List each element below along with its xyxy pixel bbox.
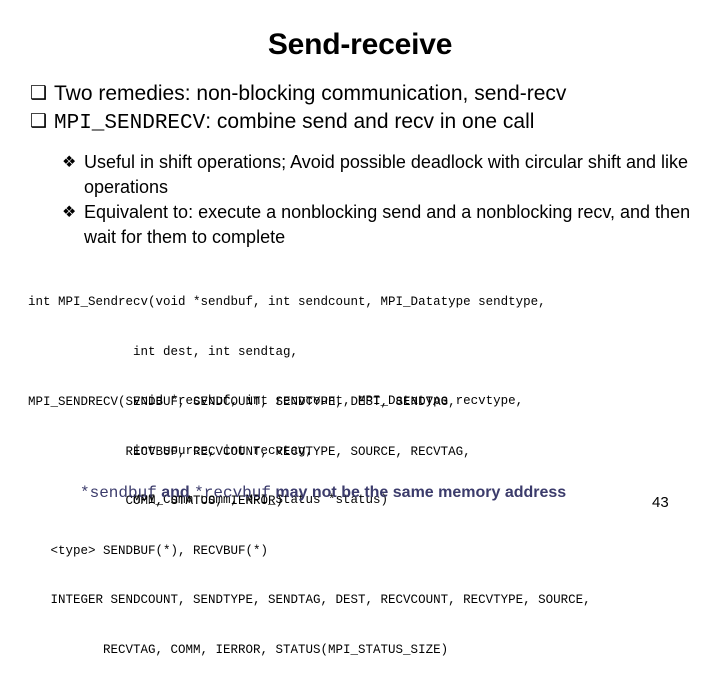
- c-signature-line: int dest, int sendtag,: [28, 344, 299, 359]
- diamond-bullet-icon: ❖: [62, 154, 77, 171]
- bullet-item-2-label: MPI_SENDRECV: combine send and recv in o…: [54, 108, 706, 138]
- bullet-item-2-text: : combine send and recv in one call: [205, 110, 535, 133]
- diamond-bullet-icon: ❖: [62, 204, 77, 221]
- fortran-signature-line: RECVTAG, COMM, IERROR, STATUS(MPI_STATUS…: [28, 642, 449, 657]
- fortran-signature-line: RECVBUF, RECVCOUNT, RECVTYPE, SOURCE, RE…: [28, 444, 471, 459]
- page-number: 43: [652, 494, 669, 511]
- slide-title: Send-receive: [267, 28, 453, 61]
- memory-address-note: *sendbuf and *recvbuf may not be the sam…: [0, 482, 720, 504]
- note-conjunction: and: [156, 484, 195, 501]
- fortran-signature-line: INTEGER SENDCOUNT, SENDTYPE, SENDTAG, DE…: [28, 593, 591, 607]
- slide-canvas: Send-receive ❑ Two remedies: non-blockin…: [0, 0, 720, 657]
- bullet-item-1-label: Two remedies: non-blocking communication…: [54, 82, 567, 105]
- sub-bullet-item-2: ❖ Equivalent to: execute a nonblocking s…: [0, 200, 720, 250]
- bullet-item-1: ❑ Two remedies: non-blocking communicati…: [0, 80, 720, 108]
- fortran-signature-line: <type> SENDBUF(*), RECVBUF(*): [28, 543, 269, 558]
- note-warning-text: may not be the same memory address: [270, 484, 567, 501]
- sub-bullet-item-2-label: Equivalent to: execute a nonblocking sen…: [84, 202, 691, 247]
- note-recvbuf-code: *recvbuf: [194, 484, 271, 502]
- fortran-signature-line: MPI_SENDRECV(SENDBUF, SENDCOUNT, SENDTYP…: [28, 395, 456, 409]
- bullet-item-2: ❑ MPI_SENDRECV: combine send and recv in…: [0, 108, 720, 138]
- fortran-signature-block: MPI_SENDRECV(SENDBUF, SENDCOUNT, SENDTYP…: [0, 361, 720, 691]
- slide-body: ❑ Two remedies: non-blocking communicati…: [0, 80, 720, 250]
- sub-bullet-item-1: ❖ Useful in shift operations; Avoid poss…: [0, 150, 720, 200]
- hollow-square-bullet-icon: ❑: [30, 111, 48, 132]
- bullet-item-2-code: MPI_SENDRECV: [54, 112, 206, 135]
- sub-bullet-item-1-label: Useful in shift operations; Avoid possib…: [84, 152, 688, 197]
- note-sendbuf-code: *sendbuf: [80, 484, 157, 502]
- bullet-group-spacer: [0, 138, 720, 150]
- hollow-square-bullet-icon: ❑: [30, 83, 48, 104]
- c-signature-line: int MPI_Sendrecv(void *sendbuf, int send…: [28, 295, 546, 309]
